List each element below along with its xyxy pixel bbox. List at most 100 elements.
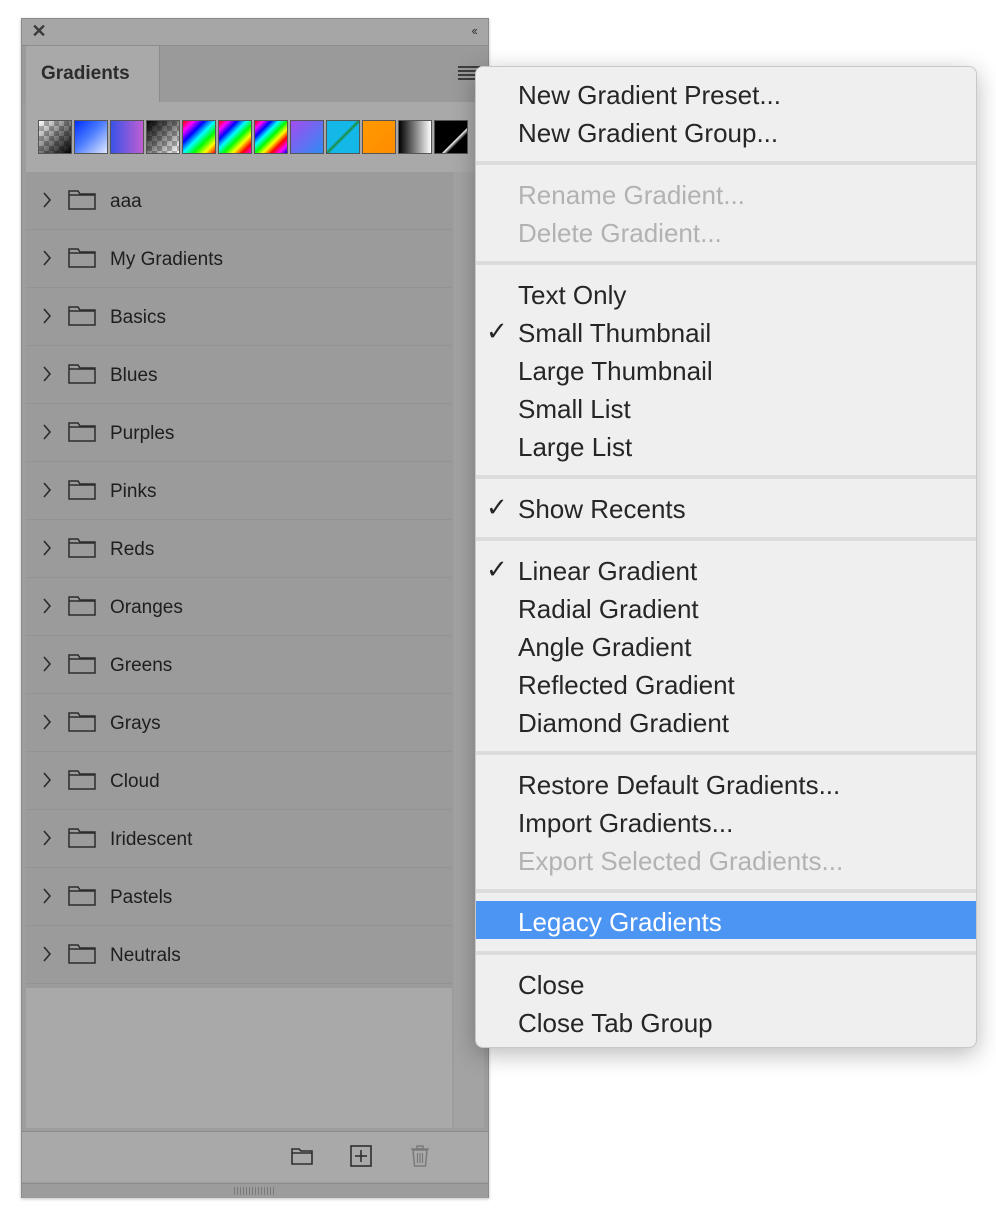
group-row[interactable]: Grays bbox=[26, 694, 452, 752]
group-row[interactable]: Blues bbox=[26, 346, 452, 404]
chevron-right-icon[interactable] bbox=[42, 191, 52, 209]
menu-item-label: Export Selected Gradients... bbox=[518, 846, 844, 876]
swatch-black-to-transparent[interactable] bbox=[146, 120, 180, 154]
menu-item-label: Import Gradients... bbox=[518, 808, 734, 838]
menu-item-small-list[interactable]: Small List bbox=[476, 388, 976, 426]
folder-icon bbox=[68, 654, 96, 674]
swatch-spectrum-3[interactable] bbox=[254, 120, 288, 154]
menu-item-label: Angle Gradient bbox=[518, 632, 692, 662]
menu-item-label: Restore Default Gradients... bbox=[518, 770, 841, 800]
menu-item-text-only[interactable]: Text Only bbox=[476, 274, 976, 312]
menu-item-show-recents[interactable]: ✓ Show Recents bbox=[476, 488, 976, 526]
swatch-blue-to-white[interactable] bbox=[74, 120, 108, 154]
folder-icon bbox=[68, 364, 96, 384]
swatch-blue-to-pink[interactable] bbox=[110, 120, 144, 154]
menu-item-large-thumbnail[interactable]: Large Thumbnail bbox=[476, 350, 976, 388]
menu-item-import-gradients[interactable]: Import Gradients... bbox=[476, 802, 976, 840]
menu-item-radial-gradient[interactable]: Radial Gradient bbox=[476, 588, 976, 626]
swatch-violet-to-blue[interactable] bbox=[290, 120, 324, 154]
group-label: My Gradients bbox=[110, 249, 223, 270]
folder-icon bbox=[68, 480, 96, 500]
chevron-right-icon[interactable] bbox=[42, 655, 52, 673]
folder-icon bbox=[68, 886, 96, 906]
chevron-right-icon[interactable] bbox=[42, 539, 52, 557]
chevron-right-icon[interactable] bbox=[42, 945, 52, 963]
menu-item-new-gradient-preset[interactable]: New Gradient Preset... bbox=[476, 74, 976, 112]
checkmark-icon: ✓ bbox=[486, 316, 508, 346]
group-row[interactable]: Cloud bbox=[26, 752, 452, 810]
menu-separator bbox=[476, 161, 976, 165]
menu-item-angle-gradient[interactable]: Angle Gradient bbox=[476, 626, 976, 664]
menu-item-new-gradient-group[interactable]: New Gradient Group... bbox=[476, 112, 976, 150]
menu-item-label: New Gradient Preset... bbox=[518, 80, 781, 110]
new-preset-icon[interactable] bbox=[349, 1144, 373, 1168]
chevron-right-icon[interactable] bbox=[42, 423, 52, 441]
menu-separator bbox=[476, 951, 976, 955]
trash-icon[interactable] bbox=[408, 1144, 432, 1168]
menu-item-label: Diamond Gradient bbox=[518, 708, 729, 738]
menu-item-label: Rename Gradient... bbox=[518, 180, 745, 210]
swatch-spectrum-2[interactable] bbox=[218, 120, 252, 154]
group-row[interactable]: aaa bbox=[26, 172, 452, 230]
group-row[interactable]: Oranges bbox=[26, 578, 452, 636]
menu-item-large-list[interactable]: Large List bbox=[476, 426, 976, 464]
group-label: Grays bbox=[110, 713, 161, 734]
tab-strip: Gradients bbox=[22, 46, 488, 102]
chevron-right-icon[interactable] bbox=[42, 887, 52, 905]
group-label: Pinks bbox=[110, 481, 157, 502]
menu-item-label: Delete Gradient... bbox=[518, 218, 722, 248]
chevron-right-icon[interactable] bbox=[42, 307, 52, 325]
panel-footer bbox=[22, 1131, 488, 1182]
group-row[interactable]: Iridescent bbox=[26, 810, 452, 868]
group-row[interactable]: Purples bbox=[26, 404, 452, 462]
chevron-right-icon[interactable] bbox=[42, 249, 52, 267]
group-label: Blues bbox=[110, 365, 158, 386]
group-row[interactable]: Neutrals bbox=[26, 926, 452, 984]
close-icon[interactable]: ✕ bbox=[31, 22, 47, 40]
swatch-transparent-to-black[interactable] bbox=[38, 120, 72, 154]
menu-item-delete-gradient: Delete Gradient... bbox=[476, 212, 976, 250]
chevron-right-icon[interactable] bbox=[42, 829, 52, 847]
menu-item-close-tab-group[interactable]: Close Tab Group bbox=[476, 1002, 976, 1040]
menu-item-reflected-gradient[interactable]: Reflected Gradient bbox=[476, 664, 976, 702]
menu-item-linear-gradient[interactable]: ✓ Linear Gradient bbox=[476, 550, 976, 588]
chevron-right-icon[interactable] bbox=[42, 597, 52, 615]
menu-separator bbox=[476, 537, 976, 541]
chevron-right-icon[interactable] bbox=[42, 771, 52, 789]
folder-icon[interactable] bbox=[290, 1144, 314, 1168]
menu-item-diamond-gradient[interactable]: Diamond Gradient bbox=[476, 702, 976, 740]
swatch-black-diagonal[interactable] bbox=[434, 120, 468, 154]
chevron-right-icon[interactable] bbox=[42, 481, 52, 499]
swatch-spectrum-1[interactable] bbox=[182, 120, 216, 154]
menu-item-label: Small List bbox=[518, 394, 631, 424]
menu-separator bbox=[476, 475, 976, 479]
panel-titlebar: ✕ ‹‹ bbox=[22, 19, 488, 46]
folder-icon bbox=[68, 538, 96, 558]
group-label: Oranges bbox=[110, 597, 183, 618]
swatch-orange[interactable] bbox=[362, 120, 396, 154]
group-label: Basics bbox=[110, 307, 166, 328]
swatch-black-to-white[interactable] bbox=[398, 120, 432, 154]
menu-item-label: Close bbox=[518, 970, 585, 1000]
tab-gradients[interactable]: Gradients bbox=[26, 46, 160, 102]
group-row[interactable]: Basics bbox=[26, 288, 452, 346]
group-row[interactable]: Reds bbox=[26, 520, 452, 578]
group-row[interactable]: Pinks bbox=[26, 462, 452, 520]
group-row[interactable]: Pastels bbox=[26, 868, 452, 926]
collapse-icon[interactable]: ‹‹ bbox=[471, 24, 478, 38]
resize-grip[interactable] bbox=[22, 1183, 488, 1198]
menu-item-label: New Gradient Group... bbox=[518, 118, 779, 148]
group-label: aaa bbox=[110, 191, 142, 212]
chevron-right-icon[interactable] bbox=[42, 713, 52, 731]
group-row[interactable]: Greens bbox=[26, 636, 452, 694]
menu-item-restore-default-gradients[interactable]: Restore Default Gradients... bbox=[476, 764, 976, 802]
menu-item-small-thumbnail[interactable]: ✓ Small Thumbnail bbox=[476, 312, 976, 350]
chevron-right-icon[interactable] bbox=[42, 365, 52, 383]
menu-item-label: Legacy Gradients bbox=[518, 907, 722, 937]
group-row[interactable]: My Gradients bbox=[26, 230, 452, 288]
folder-icon bbox=[68, 712, 96, 732]
group-label: Neutrals bbox=[110, 945, 181, 966]
menu-item-close[interactable]: Close bbox=[476, 964, 976, 1002]
menu-item-legacy-gradients[interactable]: Legacy Gradients bbox=[476, 901, 976, 939]
swatch-cyan-to-green[interactable] bbox=[326, 120, 360, 154]
